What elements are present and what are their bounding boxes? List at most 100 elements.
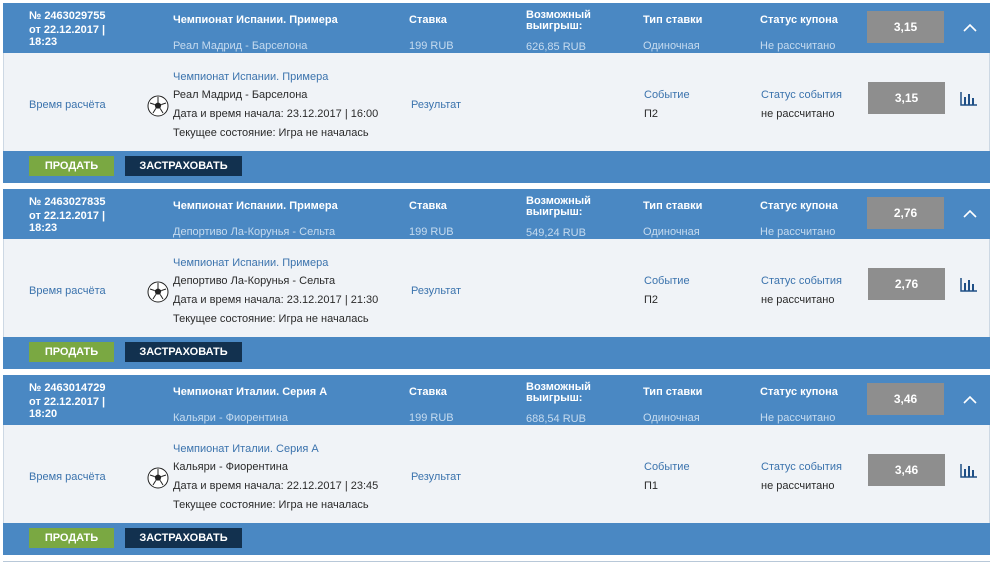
coupon-status-value: Не рассчитано <box>760 412 836 424</box>
event-tournament-link[interactable]: Чемпионат Испании. Примера <box>173 71 328 83</box>
bet-type-label: Тип ставки <box>643 200 703 212</box>
coupon-card: № 2463029755 от 22.12.2017 | 18:23 Чемпи… <box>3 3 990 183</box>
coupon-status-label: Статус купона <box>760 200 838 212</box>
soccer-ball-icon <box>147 281 169 303</box>
coupon-event-details: Время расчёта Чемпионат Испании. Примера… <box>3 53 990 151</box>
event-status-label: Статус события <box>761 89 842 101</box>
calc-time-label: Время расчёта <box>29 99 106 111</box>
coupon-header[interactable]: № 2463027835 от 22.12.2017 | 18:23 Чемпи… <box>3 189 990 239</box>
result-label: Результат <box>411 285 462 297</box>
coupon-tournament: Чемпионат Испании. Примера <box>173 14 338 26</box>
coupon-match: Реал Мадрид - Барселона <box>173 40 308 52</box>
insure-button[interactable]: ЗАСТРАХОВАТЬ <box>125 342 242 362</box>
coupon-odds: 3,46 <box>867 383 944 415</box>
coupon-actions: ПРОДАТЬ ЗАСТРАХОВАТЬ <box>3 151 990 183</box>
coupon-status-value: Не рассчитано <box>760 226 836 238</box>
event-tournament-link[interactable]: Чемпионат Испании. Примера <box>173 257 328 269</box>
coupon-header[interactable]: № 2463014729 от 22.12.2017 | 18:20 Чемпи… <box>3 375 990 425</box>
coupon-header[interactable]: № 2463029755 от 22.12.2017 | 18:23 Чемпи… <box>3 3 990 53</box>
coupon-number: № 2463029755 <box>29 10 106 22</box>
coupon-odds: 2,76 <box>867 197 944 229</box>
event-outcome: П2 <box>644 294 659 306</box>
event-label: Событие <box>644 461 690 473</box>
soccer-ball-icon <box>147 95 169 117</box>
event-status-value: не рассчитано <box>761 108 835 120</box>
stake-label: Ставка <box>409 200 447 212</box>
stake-label: Ставка <box>409 386 447 398</box>
bet-type-value: Одиночная <box>643 40 700 52</box>
event-start-time: Дата и время начала: 22.12.2017 | 23:45 <box>173 480 379 492</box>
possible-win-label: Возможный выигрыш: <box>526 195 591 218</box>
event-status-value: не рассчитано <box>761 294 835 306</box>
event-match: Кальяри - Фиорентина <box>173 461 288 473</box>
chevron-up-icon[interactable] <box>961 391 979 409</box>
coupon-event-details: Время расчёта Чемпионат Испании. Примера… <box>3 239 990 337</box>
bet-type-label: Тип ставки <box>643 14 703 26</box>
event-status-value: не рассчитано <box>761 480 835 492</box>
stake-label: Ставка <box>409 14 447 26</box>
sell-button[interactable]: ПРОДАТЬ <box>29 156 114 176</box>
insure-button[interactable]: ЗАСТРАХОВАТЬ <box>125 528 242 548</box>
event-match: Депортиво Ла-Корунья - Сельта <box>173 275 336 287</box>
event-outcome: П2 <box>644 108 659 120</box>
coupon-status-label: Статус купона <box>760 14 838 26</box>
bet-type-value: Одиночная <box>643 226 700 238</box>
coupon-date: от 22.12.2017 | 18:23 <box>29 210 106 234</box>
bet-type-label: Тип ставки <box>643 386 703 398</box>
stake-value: 199 RUB <box>409 226 454 238</box>
coupon-odds: 3,15 <box>867 11 944 43</box>
coupon-number: № 2463014729 <box>29 382 106 394</box>
event-outcome: П1 <box>644 480 659 492</box>
event-match: Реал Мадрид - Барселона <box>173 89 308 101</box>
possible-win-value: 688,54 RUB <box>526 413 586 425</box>
coupon-date: от 22.12.2017 | 18:20 <box>29 396 106 420</box>
soccer-ball-icon <box>147 467 169 489</box>
calc-time-label: Время расчёта <box>29 285 106 297</box>
result-label: Результат <box>411 99 462 111</box>
possible-win-label: Возможный выигрыш: <box>526 381 591 404</box>
stake-value: 199 RUB <box>409 40 454 52</box>
bar-chart-icon[interactable] <box>959 276 979 294</box>
possible-win-value: 626,85 RUB <box>526 41 586 53</box>
coupon-status-value: Не рассчитано <box>760 40 836 52</box>
bar-chart-icon[interactable] <box>959 90 979 108</box>
event-odds: 3,46 <box>868 454 945 486</box>
possible-win-value: 549,24 RUB <box>526 227 586 239</box>
event-current-state: Текущее состояние: Игра не началась <box>173 127 369 139</box>
coupon-match: Депортиво Ла-Корунья - Сельта <box>173 226 336 238</box>
insure-button[interactable]: ЗАСТРАХОВАТЬ <box>125 156 242 176</box>
chevron-up-icon[interactable] <box>961 205 979 223</box>
coupon-match: Кальяри - Фиорентина <box>173 412 288 424</box>
stake-value: 199 RUB <box>409 412 454 424</box>
coupon-actions: ПРОДАТЬ ЗАСТРАХОВАТЬ <box>3 337 990 369</box>
coupon-actions: ПРОДАТЬ ЗАСТРАХОВАТЬ <box>3 523 990 555</box>
coupon-event-details: Время расчёта Чемпионат Италии. Серия А … <box>3 425 990 523</box>
coupon-number: № 2463027835 <box>29 196 106 208</box>
chevron-up-icon[interactable] <box>961 19 979 37</box>
coupon-tournament: Чемпионат Италии. Серия А <box>173 386 328 398</box>
coupon-card: № 2463014729 от 22.12.2017 | 18:20 Чемпи… <box>3 375 990 555</box>
event-label: Событие <box>644 89 690 101</box>
event-status-label: Статус события <box>761 461 842 473</box>
event-current-state: Текущее состояние: Игра не началась <box>173 313 369 325</box>
coupon-tournament: Чемпионат Испании. Примера <box>173 200 338 212</box>
event-start-time: Дата и время начала: 23.12.2017 | 21:30 <box>173 294 379 306</box>
result-label: Результат <box>411 471 462 483</box>
coupon-status-label: Статус купона <box>760 386 838 398</box>
event-start-time: Дата и время начала: 23.12.2017 | 16:00 <box>173 108 379 120</box>
bar-chart-icon[interactable] <box>959 462 979 480</box>
coupon-card: № 2463027835 от 22.12.2017 | 18:23 Чемпи… <box>3 189 990 369</box>
event-current-state: Текущее состояние: Игра не началась <box>173 499 369 511</box>
sell-button[interactable]: ПРОДАТЬ <box>29 528 114 548</box>
event-tournament-link[interactable]: Чемпионат Италии. Серия А <box>173 443 319 455</box>
event-label: Событие <box>644 275 690 287</box>
calc-time-label: Время расчёта <box>29 471 106 483</box>
bet-type-value: Одиночная <box>643 412 700 424</box>
coupon-date: от 22.12.2017 | 18:23 <box>29 24 106 48</box>
event-odds: 3,15 <box>868 82 945 114</box>
sell-button[interactable]: ПРОДАТЬ <box>29 342 114 362</box>
possible-win-label: Возможный выигрыш: <box>526 9 591 32</box>
event-status-label: Статус события <box>761 275 842 287</box>
event-odds: 2,76 <box>868 268 945 300</box>
divider <box>3 561 990 562</box>
